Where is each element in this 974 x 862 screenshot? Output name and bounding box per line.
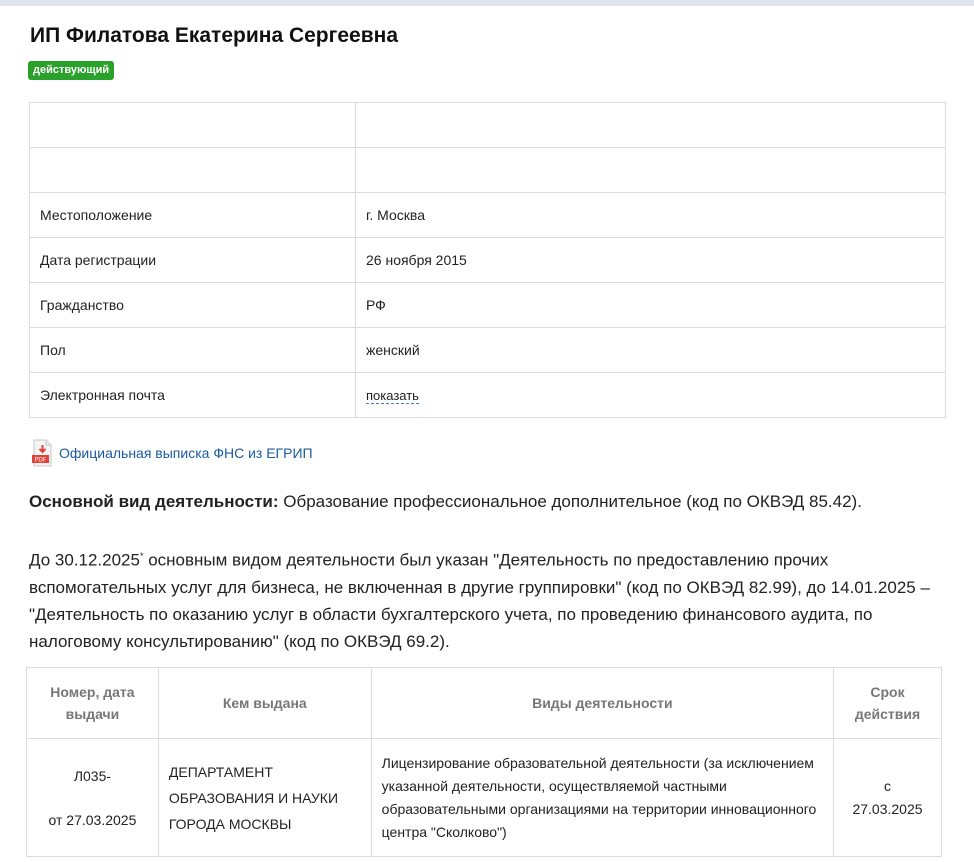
info-value: г. Москва (355, 192, 946, 238)
license-term-prefix: с (884, 777, 892, 794)
status-badge: действующий (28, 61, 115, 80)
history-date: До 30.12.2025 (29, 550, 140, 570)
license-term-date: 27.03.2025 (852, 800, 923, 817)
info-label (29, 102, 356, 148)
info-row (29, 102, 946, 148)
info-value: РФ (355, 282, 946, 328)
license-term-cell: с 27.03.2025 (833, 738, 942, 857)
page-title: ИП Филатова Екатерина Сергеевна (30, 24, 399, 47)
info-row-gender: Пол женский (29, 327, 946, 373)
info-value: женский (355, 327, 946, 373)
pdf-icon-label: PDF (35, 457, 47, 464)
email-cell: показать (355, 372, 946, 418)
license-activities: Лицензирование образовательной деятельно… (370, 738, 835, 857)
info-row-location: Местоположение г. Москва (29, 192, 946, 238)
main-activity-label: Основной вид деятельности: (29, 492, 279, 511)
col-header-activities: Виды деятельности (370, 667, 835, 739)
info-row-registration-date: Дата регистрации 26 ноября 2015 (29, 237, 946, 283)
info-row-email: Электронная почта показать (29, 372, 946, 418)
info-label: Электронная почта (29, 372, 356, 418)
main-activity-text: Образование профессиональное дополнитель… (278, 492, 862, 511)
pdf-extract-link[interactable]: Официальная выписка ФНС из ЕГРИП (59, 445, 313, 461)
history-text: основным видом деятельности был указан "… (29, 550, 930, 651)
info-label: Гражданство (29, 282, 356, 328)
info-value (355, 147, 946, 193)
info-value (355, 102, 946, 148)
info-row (29, 147, 946, 193)
col-header-term: Срок действия (833, 667, 942, 739)
license-number-cell: Л035- от 27.03.2025 (26, 738, 159, 857)
license-header-row: Номер, дата выдачи Кем выдана Виды деяте… (26, 667, 942, 739)
table-row: Л035- от 27.03.2025 ДЕПАРТАМЕНТ ОБРАЗОВА… (26, 738, 942, 857)
info-label (29, 147, 356, 193)
info-value: 26 ноября 2015 (355, 237, 946, 283)
info-label: Дата регистрации (29, 237, 356, 283)
pdf-icon[interactable]: PDF (31, 439, 53, 467)
info-label: Местоположение (29, 192, 356, 238)
main-activity: Основной вид деятельности: Образование п… (29, 492, 862, 512)
info-label: Пол (29, 327, 356, 373)
info-row-citizenship: Гражданство РФ (29, 282, 946, 328)
top-bar (0, 0, 974, 6)
activity-history: До 30.12.2025* основным видом деятельнос… (29, 543, 949, 655)
license-number: Л035- (73, 767, 112, 784)
pdf-extract-row: PDF Официальная выписка ФНС из ЕГРИП (31, 439, 313, 467)
col-header-issuer: Кем выдана (157, 667, 372, 739)
license-date: от 27.03.2025 (48, 811, 137, 828)
show-email-link[interactable]: показать (366, 388, 419, 404)
license-issuer: ДЕПАРТАМЕНТ ОБРАЗОВАНИЯ И НАУКИ ГОРОДА М… (157, 738, 372, 857)
license-table: Номер, дата выдачи Кем выдана Виды деяте… (26, 667, 942, 857)
col-header-number: Номер, дата выдачи (26, 667, 159, 739)
info-table: Местоположение г. Москва Дата регистраци… (29, 102, 946, 418)
